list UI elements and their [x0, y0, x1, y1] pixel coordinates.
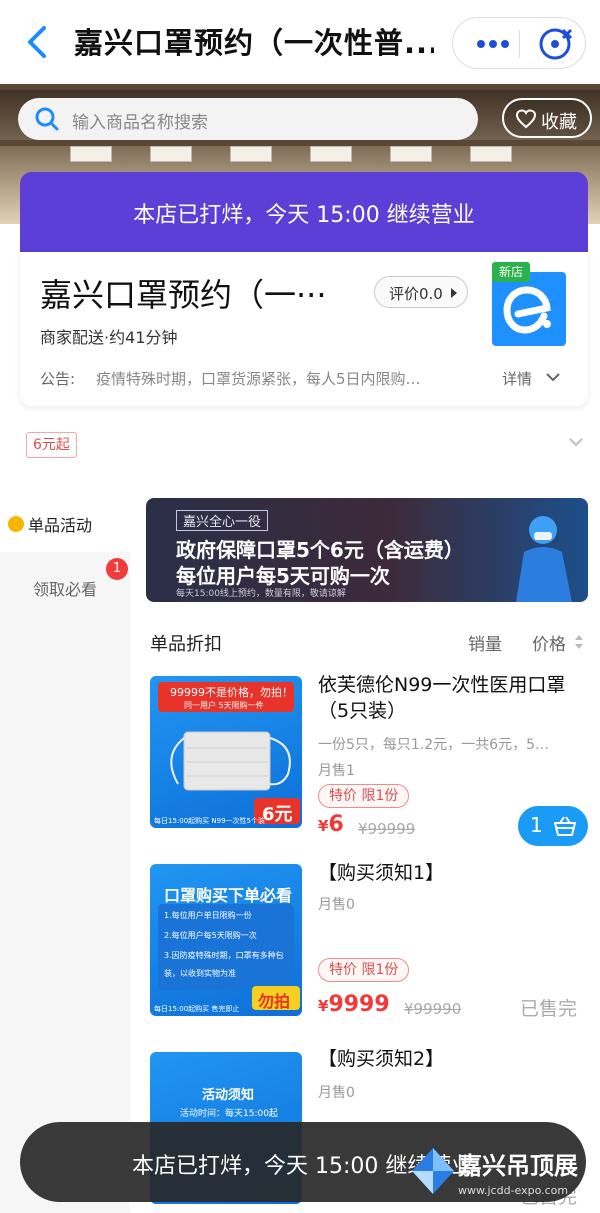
sort-by-price[interactable]: 价格	[532, 630, 566, 655]
watermark-name: 嘉兴吊顶展	[458, 1152, 578, 1180]
watermark: 嘉兴吊顶展 www.jcdd-expo.com	[410, 1146, 580, 1208]
image-price-text: 6元	[262, 804, 293, 825]
promo-banner[interactable]: 嘉兴全心一役 政府保障口罩5个6元（含运费） 每位用户每5天可购一次 每天15:…	[146, 498, 588, 602]
face-mask-icon	[170, 731, 291, 791]
currency-symbol: ¥	[318, 997, 329, 1015]
eleme-logo-icon	[503, 286, 551, 334]
store-status-text: 本店已打烊，今天 15:00 继续营业	[133, 203, 475, 228]
mini-program-capsule	[452, 17, 586, 69]
notice-detail-link[interactable]: 详情	[502, 368, 532, 389]
count-badge: 1	[106, 558, 128, 580]
image-sub-text: 同一用户 5天限购一件	[184, 701, 264, 710]
store-status-banner: 本店已打烊，今天 15:00 继续营业	[20, 172, 588, 252]
search-placeholder: 输入商品名称搜索	[72, 113, 208, 133]
image-title-text: 活动须知	[202, 1088, 255, 1103]
list-title: 单品折扣	[150, 634, 222, 655]
image-bottom-text: 每日15:00起购买 售完即止	[154, 1005, 240, 1013]
rating-label: 评价0.0	[389, 285, 443, 303]
image-rule-line: 3.因防疫特殊时期，口罩有多种包	[164, 951, 284, 960]
price-value: 6	[328, 812, 344, 837]
image-bottom-text: 每日15:00起购买 N99一次性5个装	[154, 817, 265, 825]
image-rule-line: 装，以收到实物为准	[164, 969, 236, 978]
courier-illustration	[516, 516, 572, 602]
product-image[interactable]: 99999不是价格，勿拍！ 同一用户 5天限购一件 6元 每日15:00起购买 …	[150, 676, 302, 828]
watermark-url: www.jcdd-expo.com	[458, 1184, 569, 1197]
category-sidebar: 单品活动 领取必看 1	[0, 496, 130, 1213]
image-stamp-text: 勿拍	[258, 992, 291, 1011]
product-name[interactable]: 【购买须知1】	[318, 860, 588, 886]
chevron-right-icon	[451, 288, 457, 298]
page-title: 嘉兴口罩预约（一次性普...	[74, 26, 434, 60]
product-name[interactable]: 【购买须知2】	[318, 1046, 588, 1072]
original-price: ¥99999	[358, 820, 416, 838]
title-bar: 嘉兴口罩预约（一次性普...	[0, 0, 600, 84]
new-store-badge: 新店	[492, 262, 530, 282]
sidebar-item-activity[interactable]: 单品活动	[0, 496, 130, 552]
product-price: ¥6	[318, 812, 344, 837]
price-tag-decoration	[70, 146, 112, 162]
basket-icon	[554, 816, 576, 836]
original-price: ¥99990	[404, 1000, 462, 1018]
sidebar-item-label: 单品活动	[28, 516, 93, 535]
price-tag-decoration	[230, 146, 272, 162]
store-name: 嘉兴口罩预约（一···	[40, 276, 327, 314]
product-price: ¥9999	[318, 992, 390, 1017]
expand-chevron-icon[interactable]	[568, 436, 584, 448]
capsule-divider	[519, 30, 520, 58]
sort-by-sales[interactable]: 销量	[468, 630, 502, 655]
product-name[interactable]: 依芙德伦N99一次性医用口罩（5只装）	[318, 672, 588, 724]
min-order-badge: 6元起	[26, 432, 77, 458]
product-desc: 一份5只，每只1.2元，一共6元，5…	[318, 737, 549, 753]
activity-icon	[8, 516, 24, 532]
favorite-button[interactable]: 收藏	[502, 98, 592, 138]
notice-label: 公告:	[40, 370, 76, 388]
notice-text: 疫情特殊时期，口罩货源紧张，每人5日内限购…	[96, 370, 421, 388]
favorite-label: 收藏	[541, 112, 577, 133]
store-info-card: 嘉兴口罩预约（一··· 评价0.0 新店 商家配送·约41分钟 公告: 疫情特殊…	[20, 252, 588, 406]
watermark-logo-icon	[412, 1148, 454, 1194]
cart-quantity: 1	[530, 813, 543, 837]
price-value: 9999	[328, 992, 390, 1017]
add-to-cart-button[interactable]: 1	[518, 806, 588, 846]
product-search-input[interactable]: 输入商品名称搜索	[18, 98, 478, 140]
shelf-decoration	[0, 84, 600, 90]
monthly-sales: 月售0	[318, 1085, 355, 1101]
image-rule-line: 2.每位用户每5天限购一次	[164, 931, 257, 940]
heart-icon	[515, 109, 537, 129]
delivery-info: 商家配送·约41分钟	[40, 328, 178, 347]
monthly-sales: 月售1	[318, 763, 355, 779]
price-tag-decoration	[390, 146, 432, 162]
price-tag-decoration	[470, 146, 512, 162]
special-price-tag: 特价 限1份	[318, 784, 410, 808]
sort-arrows-icon[interactable]	[574, 634, 584, 650]
price-tag-decoration	[310, 146, 352, 162]
more-dots-icon[interactable]	[471, 30, 515, 58]
product-image[interactable]: 口罩购买下单必看 1.每位用户单日限购一份 2.每位用户每5天限购一次 3.因防…	[150, 864, 302, 1016]
sold-out-label: 已售完	[520, 998, 578, 1020]
banner-tag: 嘉兴全心一役	[176, 510, 269, 531]
banner-line3: 每天15:00线上预约，数量有限，敬请谅解	[176, 589, 346, 599]
back-arrow-icon[interactable]	[22, 24, 52, 60]
sidebar-item-must-read[interactable]: 领取必看	[0, 576, 130, 600]
image-warning-text: 99999不是价格，勿拍！	[170, 686, 293, 699]
banner-line1: 政府保障口罩5个6元（含运费）	[176, 538, 464, 562]
special-price-tag: 特价 限1份	[318, 958, 410, 982]
chevron-down-icon[interactable]	[544, 370, 562, 384]
monthly-sales: 月售0	[318, 897, 355, 913]
banner-line2: 每位用户每5天可购一次	[176, 564, 390, 588]
search-icon	[35, 107, 59, 131]
price-tag-decoration	[150, 146, 192, 162]
image-title-text: 口罩购买下单必看	[164, 886, 293, 905]
store-logo	[492, 272, 566, 346]
currency-symbol: ¥	[318, 817, 329, 835]
image-rule-line: 活动时间：每天15:00起	[180, 1109, 278, 1119]
rating-button[interactable]: 评价0.0	[374, 276, 468, 308]
close-mini-program-icon[interactable]	[537, 26, 573, 62]
image-rule-line: 1.每位用户单日限购一份	[164, 911, 252, 920]
